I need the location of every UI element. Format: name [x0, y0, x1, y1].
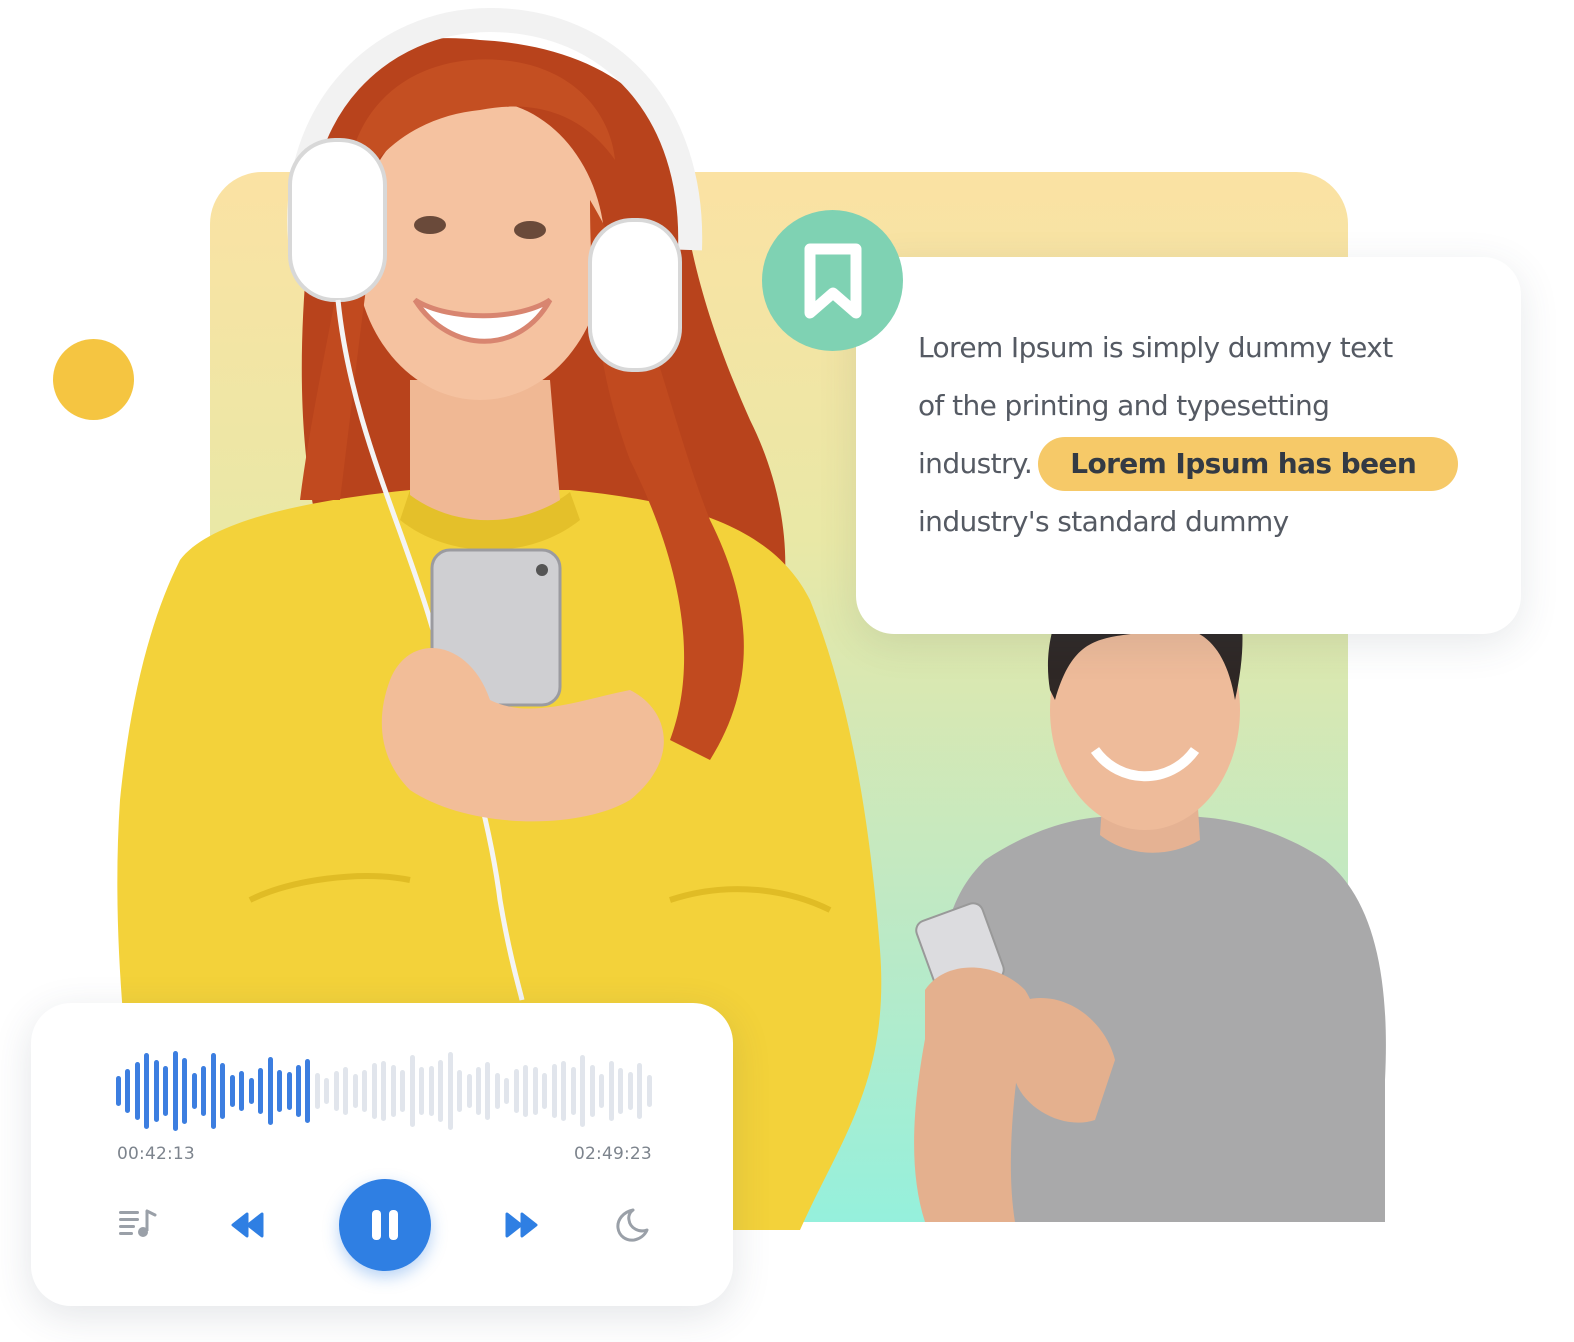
waveform-bar — [542, 1072, 548, 1110]
fast-forward-icon — [505, 1212, 538, 1238]
waveform-bar — [248, 1078, 254, 1104]
playlist-button[interactable] — [119, 1209, 157, 1239]
waveform-bar — [390, 1064, 396, 1118]
highlighted-text[interactable]: Lorem Ipsum has been — [1038, 437, 1459, 491]
audio-player-card: 00:42:13 02:49:23 — [31, 1003, 733, 1306]
waveform-bar — [229, 1075, 235, 1107]
waveform-bar — [163, 1065, 169, 1117]
waveform-bar — [191, 1073, 197, 1109]
waveform-bar — [513, 1069, 519, 1113]
sleep-timer-button[interactable] — [613, 1207, 649, 1243]
quote-line-1: Lorem Ipsum is simply dummy text — [918, 331, 1393, 364]
waveform-bar — [637, 1063, 643, 1119]
waveform-bar — [239, 1070, 245, 1112]
waveform-bar — [352, 1074, 358, 1108]
quote-text: Lorem Ipsum is simply dummy text of the … — [918, 319, 1478, 551]
waveform-bar — [466, 1074, 472, 1108]
waveform-bar — [551, 1064, 557, 1118]
fast-forward-button[interactable] — [504, 1212, 538, 1238]
waveform-bar — [296, 1064, 301, 1118]
elapsed-time: 00:42:13 — [117, 1144, 195, 1164]
bookmark-icon — [804, 243, 862, 319]
waveform-bar — [277, 1070, 283, 1112]
waveform-bar — [220, 1063, 226, 1119]
waveform-bar — [172, 1051, 178, 1131]
waveform[interactable] — [116, 1049, 656, 1133]
pause-button[interactable] — [339, 1179, 431, 1271]
waveform-bar — [201, 1065, 207, 1117]
waveform-bar — [627, 1071, 633, 1111]
bookmark-button[interactable] — [762, 210, 903, 351]
waveform-bar — [532, 1066, 538, 1116]
waveform-bar — [580, 1054, 586, 1128]
rewind-icon — [231, 1212, 264, 1238]
waveform-bar — [419, 1066, 425, 1116]
waveform-bar — [485, 1062, 491, 1120]
waveform-bar — [343, 1066, 349, 1116]
waveform-bar — [400, 1070, 406, 1112]
quote-line-3: industry. Lorem Ipsum has been — [918, 435, 1478, 493]
waveform-bar — [618, 1068, 624, 1114]
waveform-bar — [182, 1058, 188, 1124]
quote-card: Lorem Ipsum is simply dummy text of the … — [856, 257, 1521, 634]
waveform-bar — [314, 1072, 320, 1110]
waveform-bar — [428, 1065, 434, 1117]
waveform-bar — [381, 1060, 387, 1122]
waveform-bar — [371, 1063, 377, 1119]
waveform-bar — [305, 1059, 311, 1123]
rewind-button[interactable] — [231, 1212, 265, 1238]
waveform-bar — [523, 1064, 529, 1118]
waveform-bar — [438, 1059, 444, 1123]
waveform-bar — [504, 1077, 510, 1105]
waveform-bar — [457, 1070, 463, 1112]
waveform-bar — [447, 1052, 453, 1130]
waveform-bar — [608, 1060, 614, 1122]
waveform-bar — [570, 1067, 576, 1115]
waveform-bar — [134, 1061, 140, 1121]
sleep-timer-icon — [616, 1208, 649, 1242]
waveform-bar — [362, 1070, 368, 1112]
waveform-bar — [267, 1056, 273, 1126]
waveform-bar — [589, 1064, 595, 1118]
waveform-bar — [409, 1054, 415, 1128]
waveform-bar — [494, 1072, 500, 1110]
quote-line-4: industry's standard dummy — [918, 505, 1289, 538]
waveform-bar — [646, 1075, 652, 1107]
quote-line-3-text: industry. — [918, 447, 1033, 480]
quote-line-2: of the printing and typesetting — [918, 389, 1330, 422]
waveform-bar — [153, 1059, 159, 1123]
waveform-bar — [476, 1067, 481, 1115]
waveform-bar — [258, 1067, 264, 1115]
waveform-bar — [125, 1069, 131, 1113]
waveform-bar — [286, 1071, 292, 1111]
waveform-bar — [144, 1053, 150, 1129]
waveform-bar — [210, 1053, 216, 1129]
total-time: 02:49:23 — [574, 1144, 652, 1164]
waveform-bar — [324, 1077, 330, 1105]
playlist-icon — [119, 1209, 157, 1237]
waveform-bar — [561, 1060, 567, 1122]
waveform-bar — [333, 1070, 339, 1112]
waveform-bar — [116, 1075, 121, 1107]
pause-icon — [372, 1210, 398, 1240]
waveform-bar — [599, 1074, 605, 1108]
